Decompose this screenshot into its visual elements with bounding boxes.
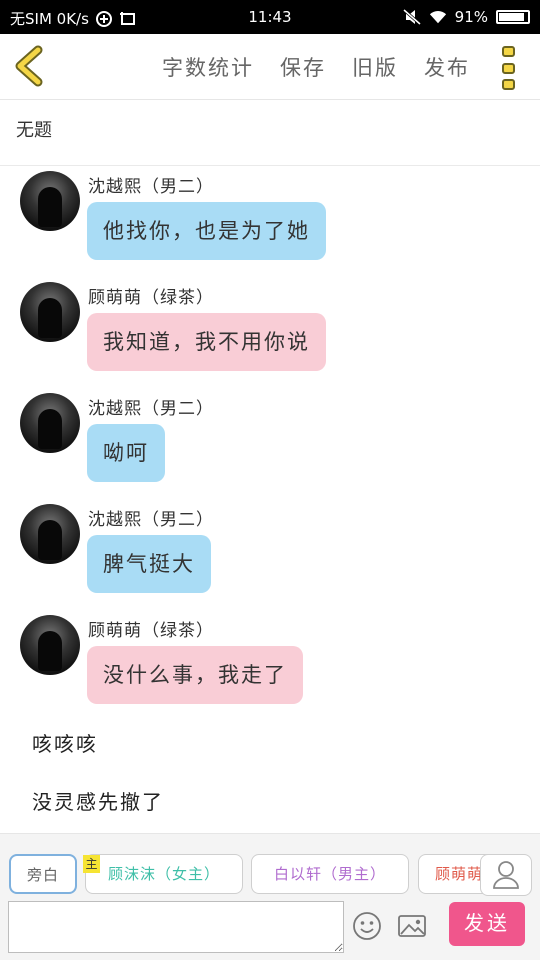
status-right: 91% (402, 8, 530, 26)
more-dot (502, 62, 515, 74)
narration-chip[interactable]: 旁白 (9, 854, 77, 894)
speaker-name: 沈越熙（男二） (88, 399, 214, 419)
avatar[interactable] (20, 393, 80, 453)
input-bar: 发送 (0, 897, 540, 960)
message-bubble[interactable]: 没什么事，我走了 (87, 646, 303, 704)
editor-toolbar: 字数统计 保存 旧版 发布 (0, 34, 540, 100)
more-menu-icon[interactable] (502, 46, 518, 90)
status-bar: 无SIM 0K/s 11:43 91% (0, 0, 540, 34)
toolbar-actions: 字数统计 保存 旧版 发布 (162, 52, 470, 82)
image-icon[interactable] (397, 911, 427, 941)
character-chip[interactable]: 顾沫沫（女主） (85, 854, 243, 894)
message-input[interactable] (8, 901, 344, 953)
avatar[interactable] (20, 171, 80, 231)
chat-area: 沈越熙（男二） 他找你，也是为了她 顾萌萌（绿茶） 我知道，我不用你说 沈越熙（… (0, 166, 540, 833)
avatar[interactable] (20, 282, 80, 342)
battery-fill (499, 13, 525, 21)
speaker-name: 顾萌萌（绿茶） (88, 621, 214, 641)
message-bubble[interactable]: 他找你，也是为了她 (87, 202, 326, 260)
more-dot (502, 46, 515, 57)
avatar[interactable] (20, 504, 80, 564)
add-character-button[interactable] (480, 854, 532, 896)
story-title[interactable]: 无题 (16, 116, 52, 142)
narration-line[interactable]: 咳咳咳 (32, 728, 98, 757)
character-selector: 旁白 顾沫沫（女主） 白以轩（男主） 顾萌萌 (0, 833, 540, 897)
speaker-name: 沈越熙（男二） (88, 177, 214, 197)
publish-button[interactable]: 发布 (424, 52, 470, 82)
more-dot (502, 79, 515, 90)
main-character-tag: 主 (83, 855, 100, 873)
message-bubble[interactable]: 脾气挺大 (87, 535, 211, 593)
save-button[interactable]: 保存 (280, 52, 326, 82)
word-count-button[interactable]: 字数统计 (162, 52, 254, 82)
title-row[interactable]: 无题 (0, 100, 540, 166)
battery-icon (496, 10, 530, 24)
narration-line[interactable]: 没灵感先撤了 (32, 786, 164, 815)
speaker-name: 沈越熙（男二） (88, 510, 214, 530)
avatar[interactable] (20, 615, 80, 675)
speaker-name: 顾萌萌（绿茶） (88, 288, 214, 308)
mute-icon (402, 9, 421, 25)
message-bubble[interactable]: 我知道，我不用你说 (87, 313, 326, 371)
message-bubble[interactable]: 呦呵 (87, 424, 165, 482)
send-button[interactable]: 发送 (449, 902, 525, 946)
old-version-button[interactable]: 旧版 (352, 52, 398, 82)
back-arrow-icon[interactable] (10, 44, 50, 88)
battery-percent: 91% (454, 8, 488, 26)
emoji-icon[interactable] (352, 911, 382, 941)
character-chip[interactable]: 白以轩（男主） (251, 854, 409, 894)
wifi-icon (429, 11, 446, 24)
person-icon (493, 861, 519, 889)
